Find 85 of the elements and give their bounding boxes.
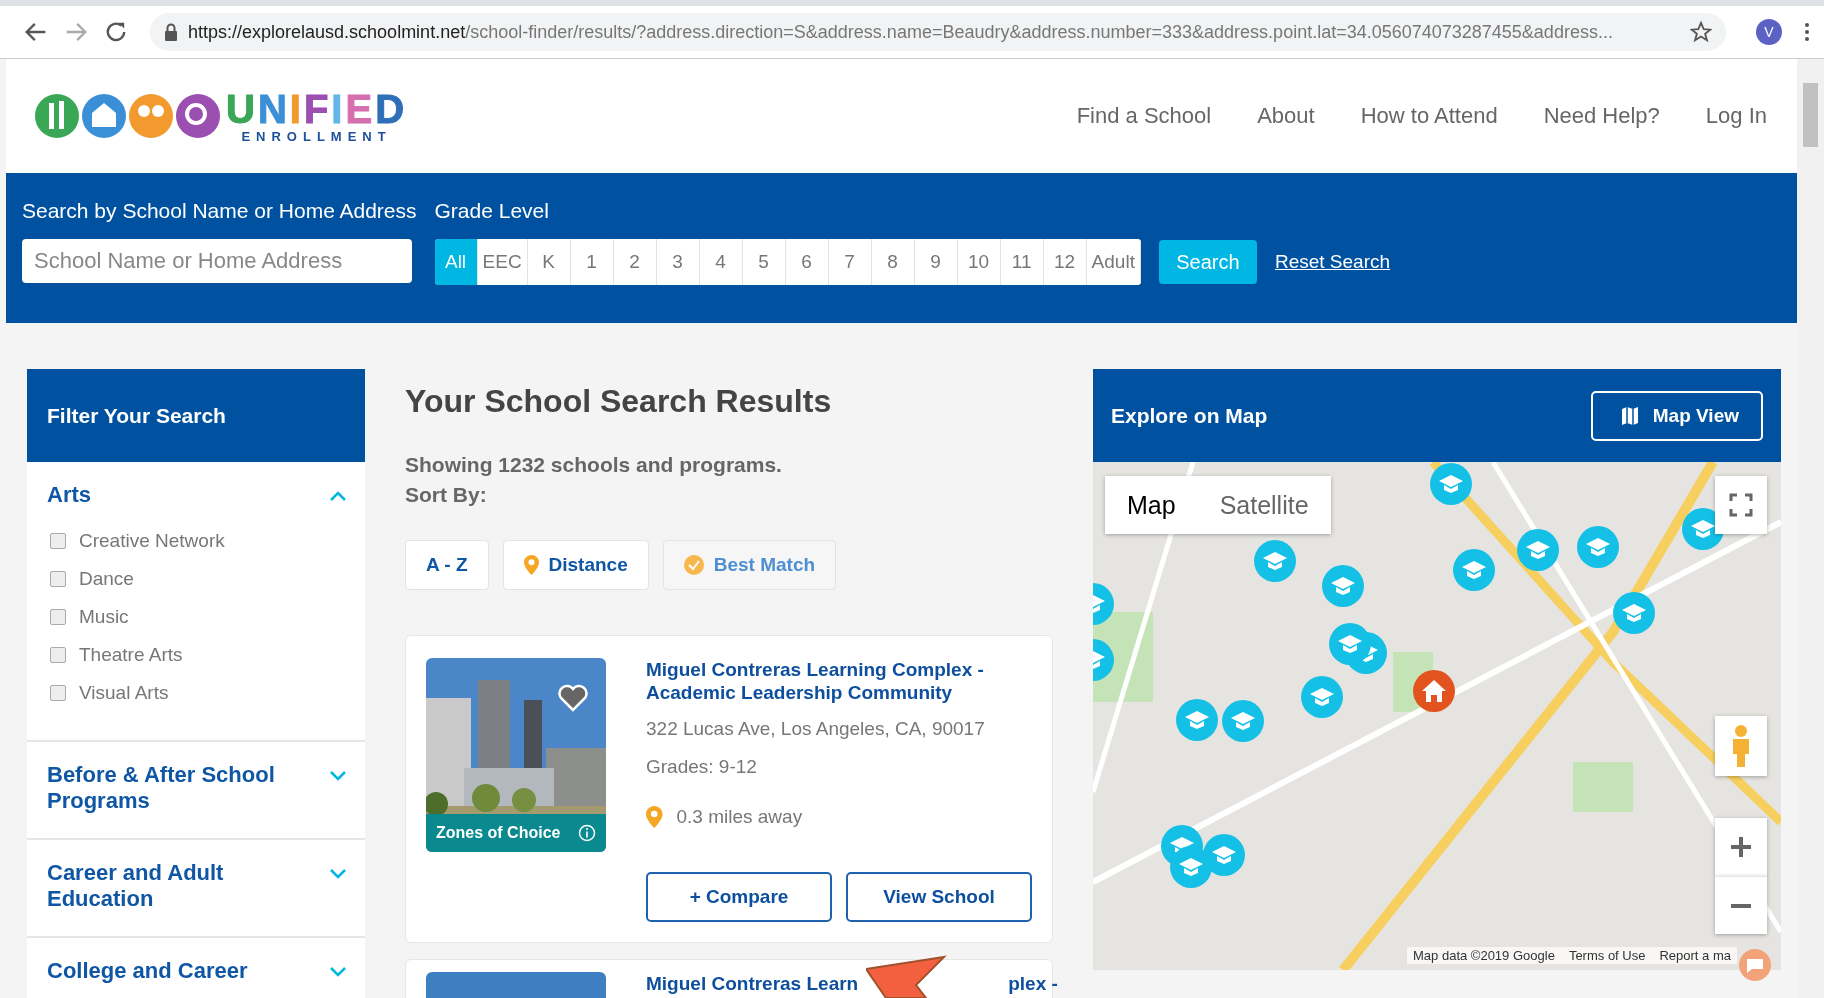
home-marker-icon[interactable]	[1412, 669, 1456, 713]
zoom-out-button[interactable]	[1715, 876, 1767, 934]
map-attribution[interactable]: Report a ma	[1659, 948, 1731, 963]
minus-icon	[1731, 903, 1751, 908]
zoom-in-button[interactable]	[1715, 818, 1767, 876]
checkbox[interactable]	[50, 571, 66, 587]
school-name-link[interactable]: Miguel Contreras Learn	[646, 972, 859, 998]
filter-section-title[interactable]: Arts	[47, 482, 287, 508]
location-pin-icon	[646, 806, 663, 828]
school-marker-icon[interactable]	[1328, 622, 1372, 666]
scrollbar-thumb[interactable]	[1803, 83, 1818, 147]
checkbox-label: Creative Network	[79, 530, 225, 552]
chevron-up-icon[interactable]	[329, 490, 347, 502]
checkbox[interactable]	[50, 685, 66, 701]
sort-label: Sort By:	[405, 482, 488, 508]
results-title: Your School Search Results	[405, 383, 833, 420]
map-type-tab[interactable]: Satellite	[1197, 476, 1331, 534]
view-school-button[interactable]: View School	[846, 872, 1032, 922]
map-view-button[interactable]: Map View	[1590, 390, 1763, 441]
checkbox[interactable]	[50, 647, 66, 663]
star-icon[interactable]	[1690, 21, 1712, 43]
sort-button[interactable]: Distance	[502, 540, 649, 590]
badge-label: Zones of Choice	[436, 824, 561, 842]
checkbox-label: Visual Arts	[79, 682, 169, 704]
sort-button[interactable]: Best Match	[662, 540, 837, 590]
checkbox[interactable]	[50, 533, 66, 549]
search-field[interactable]: School Name or Home Address	[22, 239, 412, 283]
map-attribution[interactable]: Terms of Use	[1568, 948, 1646, 963]
filter-section-title[interactable]: Career and Adult Education	[47, 860, 287, 912]
checkbox-label: Music	[79, 606, 129, 628]
reset-search-link[interactable]: Reset Search	[1274, 251, 1391, 273]
map-icon	[1620, 405, 1639, 426]
logo-title: UNIFIED	[226, 88, 408, 129]
pegman-icon	[1730, 724, 1752, 768]
school-distance: 0.3 miles away	[676, 806, 803, 828]
sort-button[interactable]: A - Z	[405, 540, 489, 590]
nav-link[interactable]: How to Attend	[1360, 103, 1498, 129]
heart-icon[interactable]	[558, 684, 588, 712]
location-pin-icon	[523, 555, 539, 575]
school-marker-icon[interactable]	[1175, 698, 1219, 742]
nav-link[interactable]: Need Help?	[1543, 103, 1660, 129]
check-circle-icon	[683, 555, 704, 575]
profile-avatar[interactable]: V	[1756, 19, 1782, 45]
chat-icon[interactable]	[1738, 948, 1772, 982]
plus-icon	[1729, 835, 1753, 859]
school-marker-icon[interactable]	[1576, 525, 1620, 569]
school-name-link[interactable]: plex -	[1008, 972, 1058, 998]
checkbox-label: Dance	[79, 568, 134, 590]
nav-link[interactable]: Log In	[1705, 103, 1767, 129]
nav-link[interactable]: Find a School	[1076, 103, 1212, 129]
chevron-down-icon[interactable]	[329, 868, 347, 880]
school-marker-icon[interactable]	[1169, 845, 1213, 889]
school-marker-icon[interactable]	[1516, 528, 1560, 572]
school-grades: Grades: 9-12	[646, 756, 758, 778]
fullscreen-icon	[1729, 493, 1753, 517]
menu-icon[interactable]	[1804, 22, 1810, 42]
checkbox[interactable]	[50, 609, 66, 625]
school-marker-icon[interactable]	[1452, 548, 1496, 592]
nav-link[interactable]: About	[1257, 103, 1315, 129]
school-address: 322 Lucas Ave, Los Angeles, CA, 90017	[646, 718, 986, 740]
school-marker-icon[interactable]	[1612, 591, 1656, 635]
filter-section-title[interactable]: College and Career	[47, 958, 287, 984]
fullscreen-button[interactable]	[1715, 476, 1767, 534]
map-title: Explore on Map	[1111, 403, 1268, 428]
school-marker-icon[interactable]	[1253, 539, 1297, 583]
filter-section-title[interactable]: Before & After School Programs	[47, 762, 287, 814]
chevron-down-icon[interactable]	[329, 770, 347, 782]
map-type-tab[interactable]: Map	[1105, 476, 1198, 534]
street-view-button[interactable]	[1715, 716, 1767, 776]
results-count: Showing 1232 schools and programs.	[405, 452, 783, 478]
checkbox-label: Theatre Arts	[79, 644, 183, 666]
school-marker-icon[interactable]	[1300, 675, 1344, 719]
filter-title: Filter Your Search	[47, 403, 226, 428]
map-attribution[interactable]: Map data ©2019 Google	[1413, 948, 1555, 963]
grade-level-label: Grade Level	[434, 199, 550, 224]
school-name-link[interactable]: Miguel Contreras Learning Complex - Academic Leadership Community	[646, 658, 1032, 704]
lock-icon	[164, 23, 178, 41]
chevron-down-icon[interactable]	[329, 966, 347, 978]
school-marker-icon[interactable]	[1321, 564, 1365, 608]
school-marker-icon[interactable]	[1429, 462, 1473, 506]
school-marker-icon[interactable]	[1221, 699, 1265, 743]
logo-subtitle: ENROLLMENT	[241, 128, 392, 144]
search-label: Search by School Name or Home Address	[22, 199, 417, 224]
compare-button[interactable]: + Compare	[646, 872, 832, 922]
info-icon[interactable]	[578, 824, 596, 842]
